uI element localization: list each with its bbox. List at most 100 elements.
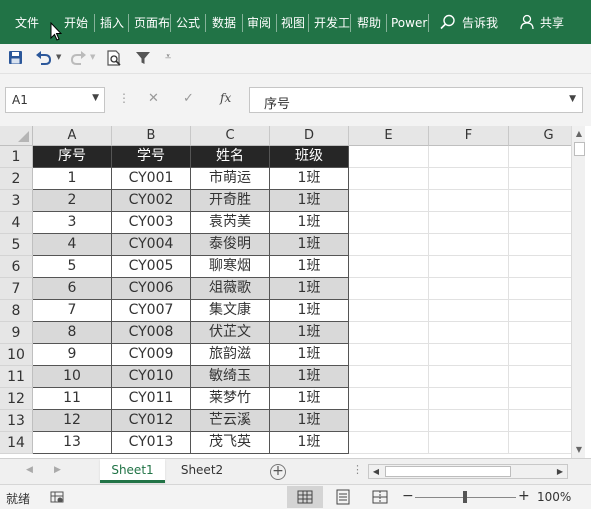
customize-qat-icon[interactable]: ⩡: [165, 50, 171, 64]
table-cell[interactable]: CY002: [112, 190, 191, 212]
scroll-left-icon[interactable]: ◀: [369, 465, 383, 478]
empty-cell[interactable]: [509, 366, 571, 388]
empty-cell[interactable]: [429, 432, 509, 454]
empty-cell[interactable]: [429, 256, 509, 278]
table-cell[interactable]: CY003: [112, 212, 191, 234]
empty-cell[interactable]: [509, 300, 571, 322]
filter-icon[interactable]: [135, 50, 151, 66]
empty-cell[interactable]: [509, 410, 571, 432]
scroll-down-icon[interactable]: ▼: [572, 443, 586, 457]
tab-formulas[interactable]: 公式: [176, 12, 200, 34]
table-cell[interactable]: 1班: [270, 212, 349, 234]
row-header-3[interactable]: 3: [0, 190, 33, 212]
sheet-tab-sheet1[interactable]: Sheet1: [100, 459, 165, 483]
empty-cell[interactable]: [429, 344, 509, 366]
column-header-e[interactable]: E: [349, 126, 429, 146]
tab-insert[interactable]: 插入: [100, 12, 124, 34]
table-header-cell[interactable]: 序号: [33, 146, 112, 168]
horizontal-scroll-thumb[interactable]: [385, 466, 511, 477]
table-cell[interactable]: 茂飞英: [191, 432, 270, 454]
table-cell[interactable]: 12: [33, 410, 112, 432]
table-cell[interactable]: 13: [33, 432, 112, 454]
empty-cell[interactable]: [349, 146, 429, 168]
undo-icon[interactable]: [35, 50, 53, 66]
table-cell[interactable]: 聊寒烟: [191, 256, 270, 278]
table-cell[interactable]: 1班: [270, 322, 349, 344]
table-cell[interactable]: 8: [33, 322, 112, 344]
empty-cell[interactable]: [429, 234, 509, 256]
print-preview-icon[interactable]: [106, 50, 122, 67]
table-cell[interactable]: 1班: [270, 366, 349, 388]
table-cell[interactable]: 1班: [270, 344, 349, 366]
tab-review[interactable]: 审阅: [247, 12, 271, 34]
tab-developer[interactable]: 开发工: [314, 12, 350, 34]
empty-cell[interactable]: [509, 190, 571, 212]
page-layout-view-button[interactable]: [325, 486, 361, 508]
table-cell[interactable]: 11: [33, 388, 112, 410]
save-icon[interactable]: [8, 50, 24, 66]
table-cell[interactable]: 4: [33, 234, 112, 256]
zoom-out-icon[interactable]: −: [402, 488, 414, 504]
table-cell[interactable]: CY006: [112, 278, 191, 300]
vertical-scrollbar[interactable]: ▲ ▼: [571, 126, 585, 458]
row-header-8[interactable]: 8: [0, 300, 33, 322]
row-header-6[interactable]: 6: [0, 256, 33, 278]
table-cell[interactable]: 1班: [270, 278, 349, 300]
column-header-g[interactable]: G: [509, 126, 571, 146]
empty-cell[interactable]: [429, 322, 509, 344]
empty-cell[interactable]: [429, 300, 509, 322]
name-box[interactable]: A1 ▼: [5, 87, 105, 113]
table-cell[interactable]: CY005: [112, 256, 191, 278]
name-box-dropdown-icon[interactable]: ▼: [92, 93, 99, 103]
table-cell[interactable]: 1班: [270, 190, 349, 212]
empty-cell[interactable]: [509, 388, 571, 410]
table-cell[interactable]: CY008: [112, 322, 191, 344]
empty-cell[interactable]: [509, 168, 571, 190]
empty-cell[interactable]: [349, 234, 429, 256]
empty-cell[interactable]: [349, 366, 429, 388]
empty-cell[interactable]: [509, 234, 571, 256]
table-header-cell[interactable]: 班级: [270, 146, 349, 168]
table-cell[interactable]: CY013: [112, 432, 191, 454]
table-cell[interactable]: 9: [33, 344, 112, 366]
table-cell[interactable]: 开奇胜: [191, 190, 270, 212]
empty-cell[interactable]: [429, 388, 509, 410]
table-cell[interactable]: CY007: [112, 300, 191, 322]
horizontal-scrollbar[interactable]: ◀ ▶: [368, 464, 568, 479]
empty-cell[interactable]: [509, 212, 571, 234]
table-cell[interactable]: CY004: [112, 234, 191, 256]
table-cell[interactable]: 芒云溪: [191, 410, 270, 432]
row-header-13[interactable]: 13: [0, 410, 33, 432]
column-header-c[interactable]: C: [191, 126, 270, 146]
tab-power[interactable]: Power: [391, 12, 427, 34]
empty-cell[interactable]: [509, 322, 571, 344]
sheet-tab-sheet2[interactable]: Sheet2: [171, 459, 233, 483]
tab-home[interactable]: 开始: [64, 12, 88, 34]
row-header-4[interactable]: 4: [0, 212, 33, 234]
empty-cell[interactable]: [349, 190, 429, 212]
empty-cell[interactable]: [429, 168, 509, 190]
empty-cell[interactable]: [509, 432, 571, 454]
table-cell[interactable]: 集文康: [191, 300, 270, 322]
table-cell[interactable]: CY010: [112, 366, 191, 388]
table-cell[interactable]: CY011: [112, 388, 191, 410]
empty-cell[interactable]: [429, 212, 509, 234]
empty-cell[interactable]: [509, 256, 571, 278]
table-cell[interactable]: 1班: [270, 256, 349, 278]
tab-file[interactable]: 文件: [15, 12, 39, 34]
row-header-9[interactable]: 9: [0, 322, 33, 344]
add-sheet-icon[interactable]: +: [270, 464, 286, 480]
table-cell[interactable]: 3: [33, 212, 112, 234]
vertical-scroll-thumb[interactable]: [574, 142, 585, 156]
prev-sheet-icon[interactable]: ◀: [26, 465, 33, 475]
table-cell[interactable]: CY012: [112, 410, 191, 432]
table-cell[interactable]: 1班: [270, 388, 349, 410]
empty-cell[interactable]: [349, 300, 429, 322]
search-icon[interactable]: [440, 14, 456, 30]
empty-cell[interactable]: [429, 278, 509, 300]
empty-cell[interactable]: [429, 146, 509, 168]
empty-cell[interactable]: [509, 278, 571, 300]
empty-cell[interactable]: [349, 432, 429, 454]
table-cell[interactable]: 10: [33, 366, 112, 388]
table-cell[interactable]: CY009: [112, 344, 191, 366]
